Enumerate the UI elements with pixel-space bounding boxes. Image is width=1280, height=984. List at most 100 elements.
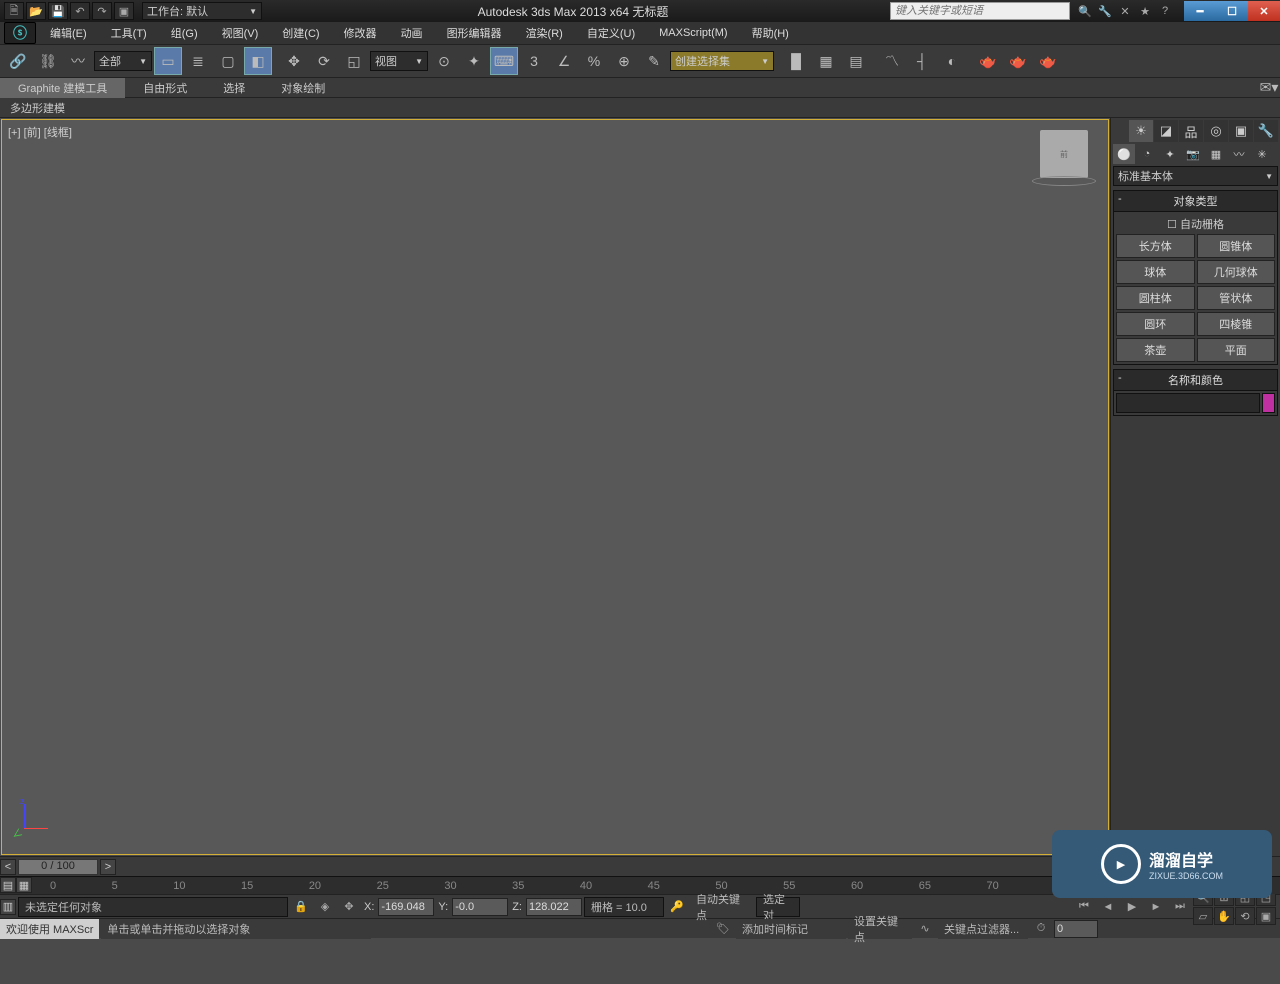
fov-icon[interactable]: ▱ bbox=[1193, 907, 1213, 925]
window-crossing-icon[interactable]: ◧ bbox=[244, 47, 272, 75]
exchange-icon[interactable]: ✕ bbox=[1116, 2, 1134, 20]
spinner-snap-icon[interactable]: ⊕ bbox=[610, 47, 638, 75]
menu-customize[interactable]: 自定义(U) bbox=[577, 23, 645, 43]
maxscript-listener[interactable]: 欢迎使用 MAXScr bbox=[0, 919, 99, 939]
application-button[interactable]: ⓢ bbox=[4, 22, 36, 44]
search-icon[interactable]: 🔍 bbox=[1076, 2, 1094, 20]
helpers-category-icon[interactable]: ▦ bbox=[1205, 144, 1227, 164]
plane-button[interactable]: 平面 bbox=[1197, 338, 1276, 362]
schematic-view-icon[interactable]: ┤ bbox=[908, 47, 936, 75]
sphere-button[interactable]: 球体 bbox=[1116, 260, 1195, 284]
curve-editor-icon[interactable]: 〽 bbox=[878, 47, 906, 75]
viewcube-ring[interactable] bbox=[1032, 176, 1096, 186]
render-frame-icon[interactable]: 🫖 bbox=[1004, 47, 1032, 75]
cone-button[interactable]: 圆锥体 bbox=[1197, 234, 1276, 258]
pivot-center-icon[interactable]: ⊙ bbox=[430, 47, 458, 75]
create-panel-tab[interactable]: ☀ bbox=[1129, 120, 1153, 142]
motion-panel-tab[interactable]: ◎ bbox=[1204, 120, 1228, 142]
timeslider-prev-icon[interactable]: < bbox=[0, 859, 16, 875]
setkey-button[interactable]: 设置关键点 bbox=[848, 919, 912, 939]
viewport-label[interactable]: [+] [前] [线框] bbox=[8, 124, 72, 140]
menu-graph-editors[interactable]: 图形编辑器 bbox=[437, 23, 512, 43]
object-name-input[interactable] bbox=[1116, 393, 1260, 413]
move-icon[interactable]: ✥ bbox=[280, 47, 308, 75]
shapes-category-icon[interactable]: ◔ bbox=[1136, 144, 1158, 164]
teapot-button[interactable]: 茶壶 bbox=[1116, 338, 1195, 362]
pyramid-button[interactable]: 四棱锥 bbox=[1197, 312, 1276, 336]
maxscript-mini-icon[interactable]: ▥ bbox=[0, 899, 16, 915]
manipulate-icon[interactable]: ✦ bbox=[460, 47, 488, 75]
subscription-icon[interactable]: 🔧 bbox=[1096, 2, 1114, 20]
modify-panel-tab[interactable]: ◪ bbox=[1154, 120, 1178, 142]
selected-set-dropdown[interactable]: 选定对 bbox=[756, 897, 800, 917]
percent-snap-icon[interactable]: % bbox=[580, 47, 608, 75]
menu-tools[interactable]: 工具(T) bbox=[101, 23, 157, 43]
autokey-button[interactable]: 自动关键点 bbox=[690, 897, 754, 917]
ribbon-collapse-icon[interactable]: ✉▾ bbox=[1258, 79, 1280, 97]
hierarchy-panel-tab[interactable]: 品 bbox=[1179, 120, 1203, 142]
display-panel-tab[interactable]: ▣ bbox=[1229, 120, 1253, 142]
render-setup-icon[interactable]: 🫖 bbox=[974, 47, 1002, 75]
select-region-rect-icon[interactable]: ▢ bbox=[214, 47, 242, 75]
undo-icon[interactable]: ↶ bbox=[70, 2, 90, 20]
select-by-name-icon[interactable]: ≣ bbox=[184, 47, 212, 75]
redo-icon[interactable]: ↷ bbox=[92, 2, 112, 20]
menu-views[interactable]: 视图(V) bbox=[212, 23, 269, 43]
favorites-icon[interactable]: ★ bbox=[1136, 2, 1154, 20]
primitive-set-dropdown[interactable]: 标准基本体 ▼ bbox=[1113, 166, 1278, 186]
snap-3d-icon[interactable]: 3 bbox=[520, 47, 548, 75]
timeslider-next-icon[interactable]: > bbox=[100, 859, 116, 875]
ribbon-tab-selection[interactable]: 选择 bbox=[205, 78, 263, 98]
menu-create[interactable]: 创建(C) bbox=[272, 23, 329, 43]
key-mode-icon[interactable]: ∿ bbox=[914, 919, 936, 939]
viewport-front[interactable]: [+] [前] [线框] 前 z bbox=[1, 119, 1109, 855]
trackbar-toggle-icon[interactable]: ▤ bbox=[0, 877, 16, 893]
tube-button[interactable]: 管状体 bbox=[1197, 286, 1276, 310]
new-file-icon[interactable]: 🗎 bbox=[4, 2, 24, 20]
cameras-category-icon[interactable]: 📷 bbox=[1182, 144, 1204, 164]
named-selection-sets-dropdown[interactable]: 创建选择集▼ bbox=[670, 51, 774, 71]
autogrid-checkbox[interactable]: ☐ 自动栅格 bbox=[1116, 214, 1275, 234]
close-button[interactable]: ✕ bbox=[1248, 1, 1280, 21]
ribbon-tab-freeform[interactable]: 自由形式 bbox=[125, 78, 205, 98]
selection-lock-icon[interactable]: 🔒 bbox=[290, 897, 312, 917]
menu-group[interactable]: 组(G) bbox=[161, 23, 208, 43]
menu-rendering[interactable]: 渲染(R) bbox=[516, 23, 573, 43]
menu-help[interactable]: 帮助(H) bbox=[742, 23, 799, 43]
align-icon[interactable]: ▦ bbox=[812, 47, 840, 75]
max-toggle-icon[interactable]: ▣ bbox=[1256, 907, 1276, 925]
frame-input[interactable] bbox=[1054, 920, 1098, 938]
scale-icon[interactable]: ◱ bbox=[340, 47, 368, 75]
key-filters-button[interactable]: 关键点过滤器... bbox=[938, 919, 1028, 939]
menu-animation[interactable]: 动画 bbox=[391, 23, 433, 43]
coord-z-input[interactable] bbox=[526, 898, 582, 916]
coord-y-input[interactable] bbox=[452, 898, 508, 916]
mirror-icon[interactable]: ▐▌ bbox=[782, 47, 810, 75]
goto-start-icon[interactable]: ⏮ bbox=[1073, 897, 1095, 917]
menu-maxscript[interactable]: MAXScript(M) bbox=[649, 25, 737, 41]
time-tag-icon[interactable]: 🏷 bbox=[712, 919, 734, 939]
systems-category-icon[interactable]: ✳ bbox=[1251, 144, 1273, 164]
cylinder-button[interactable]: 圆柱体 bbox=[1116, 286, 1195, 310]
infocenter-search-input[interactable] bbox=[890, 2, 1070, 20]
goto-end-icon[interactable]: ⏭ bbox=[1169, 897, 1191, 917]
timeslider-thumb[interactable]: 0 / 100 bbox=[18, 859, 98, 875]
workspace-dropdown[interactable]: 工作台: 默认 ▼ bbox=[142, 2, 262, 20]
lights-category-icon[interactable]: ✦ bbox=[1159, 144, 1181, 164]
add-time-tag[interactable]: 添加时间标记 bbox=[736, 919, 846, 939]
absolute-transform-icon[interactable]: ✥ bbox=[338, 897, 360, 917]
material-editor-icon[interactable]: ◐ bbox=[938, 47, 966, 75]
isolate-icon[interactable]: ◈ bbox=[314, 897, 336, 917]
utilities-panel-tab[interactable]: 🔧 bbox=[1254, 120, 1278, 142]
trackbar-curves-icon[interactable]: ▦ bbox=[16, 877, 32, 893]
project-icon[interactable]: ▣ bbox=[114, 2, 134, 20]
object-color-swatch[interactable] bbox=[1262, 393, 1275, 413]
maximize-button[interactable]: ☐ bbox=[1216, 1, 1248, 21]
help-icon[interactable]: ? bbox=[1156, 2, 1174, 20]
menu-modifiers[interactable]: 修改器 bbox=[334, 23, 387, 43]
rollout-object-type-header[interactable]: -对象类型 bbox=[1113, 190, 1278, 212]
coord-x-input[interactable] bbox=[378, 898, 434, 916]
save-file-icon[interactable]: 💾 bbox=[48, 2, 68, 20]
orbit-icon[interactable]: ⟲ bbox=[1235, 907, 1255, 925]
bind-spacewarp-icon[interactable]: 〰 bbox=[64, 47, 92, 75]
